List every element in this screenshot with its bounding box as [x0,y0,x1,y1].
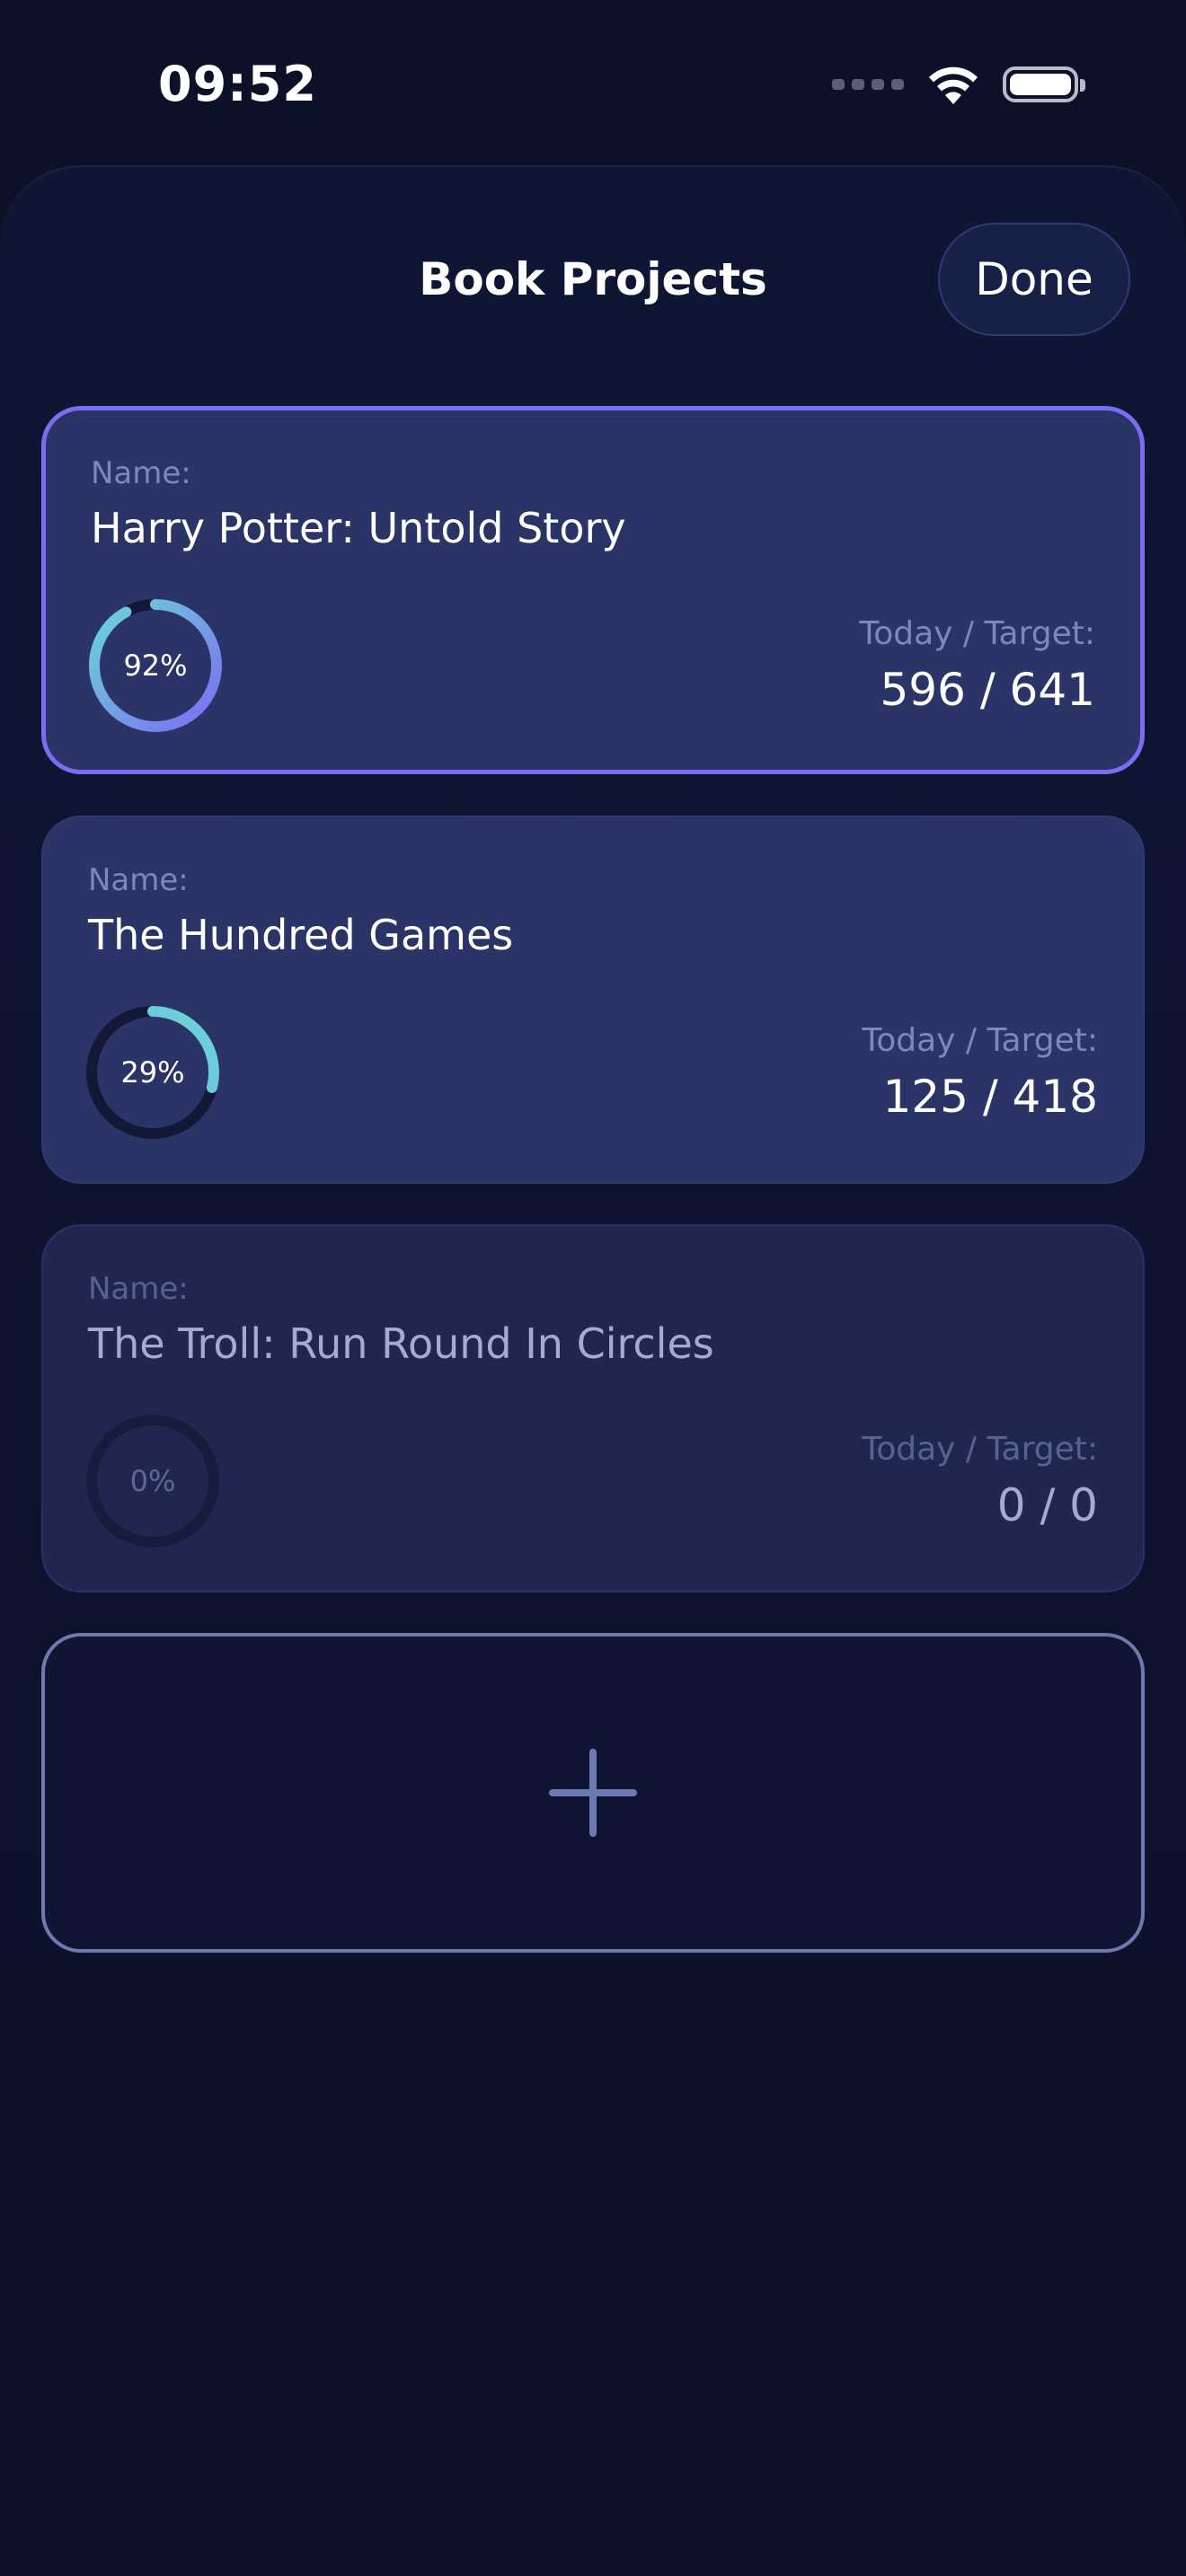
battery-icon [1003,66,1085,102]
target-value: 596 / 641 [880,664,1095,716]
progress-ring: 0% [84,1413,221,1549]
project-name-label: Name: [88,862,189,898]
project-card[interactable]: Name: The Hundred Games 29% Today / Targ… [41,816,1145,1184]
signal-dots-icon [832,79,904,90]
project-name: Harry Potter: Untold Story [91,504,626,552]
project-name-label: Name: [91,455,191,491]
project-card[interactable]: Name: Harry Potter: Untold Story 92% Tod… [41,406,1145,774]
progress-percent: 92% [123,648,188,683]
progress-percent: 29% [120,1055,185,1090]
status-time: 09:52 [158,56,317,112]
status-icons [832,65,1085,104]
target-label: Today / Target: [859,615,1095,652]
status-bar: 09:52 [0,0,1186,166]
plus-icon [549,1749,637,1837]
target-label: Today / Target: [862,1022,1098,1059]
done-button[interactable]: Done [938,223,1130,336]
progress-ring: 29% [84,1004,221,1141]
target-value: 125 / 418 [882,1071,1098,1123]
target-value: 0 / 0 [996,1479,1098,1531]
progress-percent: 0% [129,1464,176,1498]
target-label: Today / Target: [862,1431,1098,1468]
project-name: The Troll: Run Round In Circles [88,1319,714,1368]
project-name-label: Name: [88,1271,189,1307]
progress-ring: 92% [87,597,224,734]
add-project-button[interactable] [41,1633,1145,1953]
project-card[interactable]: Name: The Troll: Run Round In Circles 0%… [41,1224,1145,1592]
wifi-icon [929,66,978,104]
project-name: The Hundred Games [88,911,514,959]
